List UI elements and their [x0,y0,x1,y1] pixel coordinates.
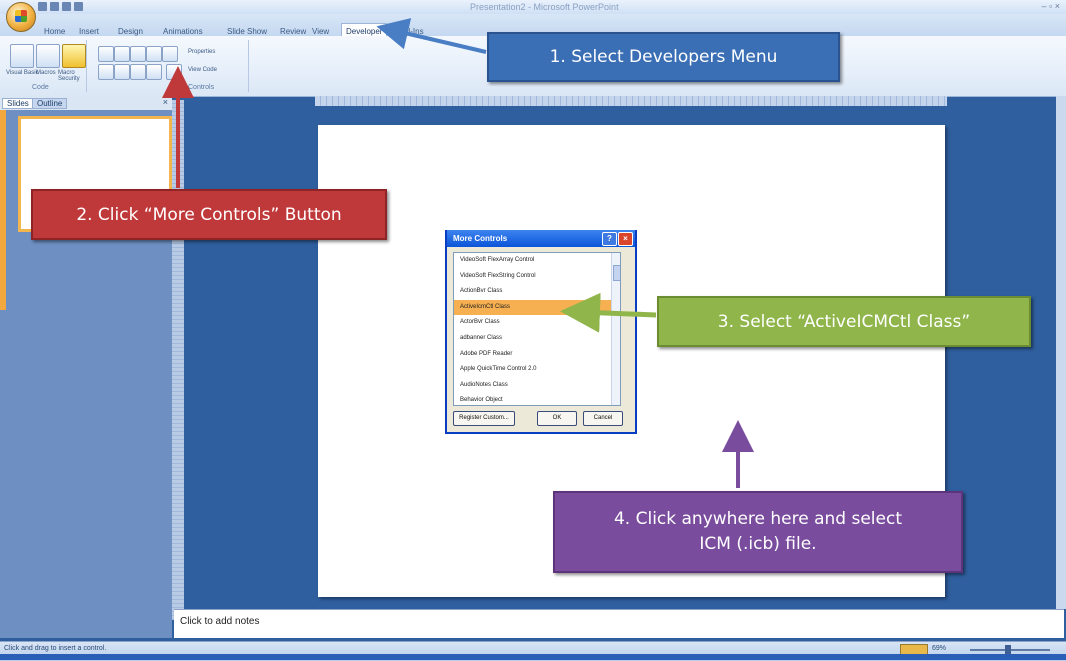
controls-group: Properties View Code Controls [88,40,249,92]
code-group-label: Code [32,84,49,91]
window-title: Presentation2 - Microsoft PowerPoint [470,2,619,12]
tab-add-ins[interactable]: Add-Ins [396,27,424,36]
slides-pane: Slides Outline × [0,96,172,638]
tab-design[interactable]: Design [118,27,143,36]
tab-outline[interactable]: Outline [32,98,68,109]
list-item[interactable]: Behavior Object [454,393,620,405]
vertical-scrollbar[interactable] [1056,96,1066,609]
properties-button[interactable]: Properties [188,49,215,55]
register-custom-button[interactable]: Register Custom... [453,411,515,426]
customize-icon[interactable] [74,2,83,11]
list-item[interactable]: adbanner Class [454,331,620,347]
more-controls-icon[interactable] [166,64,182,80]
callout-step1: 1. Select Developers Menu [487,32,840,82]
tab-animations[interactable]: Animations [163,27,203,36]
list-item[interactable]: VideoSoft FlexString Control [454,269,620,285]
quick-access-toolbar [38,2,83,11]
callout-step2: 2. Click “More Controls” Button [31,189,387,240]
tab-review[interactable]: Review [280,27,306,36]
label-control-icon[interactable] [98,46,114,62]
tab-view[interactable]: View [312,27,329,36]
list-item[interactable]: AudioNotes Class [454,378,620,394]
vertical-ruler [172,100,184,620]
scrollbar-thumb[interactable] [613,265,620,281]
title-bar: Presentation2 - Microsoft PowerPoint – ▫… [0,0,1066,14]
close-icon[interactable]: × [163,97,168,107]
tab-home[interactable]: Home [44,27,65,36]
visual-basic-label[interactable]: Visual Basic [6,70,39,76]
toggle-control-icon[interactable] [146,64,162,80]
taskbar [0,654,1066,660]
pane-tabs: Slides Outline × [0,96,172,110]
callout-step4: 4. Click anywhere here and select ICM (.… [553,491,963,573]
list-item[interactable]: ActionBvr Class [454,284,620,300]
tab-insert[interactable]: Insert [79,27,99,36]
slide-number-strip [0,110,6,310]
visual-basic-icon[interactable] [10,44,34,68]
notes-pane[interactable]: Click to add notes [174,609,1064,638]
ok-button[interactable]: OK [537,411,577,426]
image-control-icon[interactable] [146,46,162,62]
list-item-selected[interactable]: ActiveIcmCtl Class [454,299,620,316]
checkbox-control-icon[interactable] [98,64,114,80]
controls-list[interactable]: VideoSoft FlexArray Control VideoSoft Fl… [453,252,621,406]
view-code-button[interactable]: View Code [188,67,217,73]
list-item[interactable]: Apple QuickTime Control 2.0 [454,362,620,378]
option-control-icon[interactable] [114,64,130,80]
macros-icon[interactable] [36,44,60,68]
callout-step3: 3. Select “ActiveICMCtl Class” [657,296,1031,347]
horizontal-ruler [315,96,947,106]
undo-icon[interactable] [50,2,59,11]
more-controls-dialog: More Controls ? × VideoSoft FlexArray Co… [445,230,637,434]
zoom-level[interactable]: 69% [932,645,946,652]
macro-security-label[interactable]: Macro Security [58,70,86,82]
list-item[interactable]: VideoSoft FlexArray Control [454,253,620,269]
dialog-close-icon[interactable]: × [618,232,633,246]
code-group: Visual Basic Macros Macro Security Code [2,40,87,92]
redo-icon[interactable] [62,2,71,11]
status-text: Click and drag to insert a control. [4,645,107,652]
dialog-title: More Controls [453,234,508,243]
textbox-control-icon[interactable] [114,46,130,62]
tab-slide-show[interactable]: Slide Show [227,27,267,36]
notes-placeholder: Click to add notes [180,616,260,627]
controls-group-label: Controls [188,84,215,91]
listbox-control-icon[interactable] [130,64,146,80]
macros-label[interactable]: Macros [36,70,56,76]
dialog-title-bar: More Controls ? × [447,230,635,247]
cancel-button[interactable]: Cancel [583,411,623,426]
office-logo-icon [15,10,27,22]
window-controls[interactable]: – ▫ × [1042,1,1060,11]
spin-control-icon[interactable] [162,46,178,62]
tab-slides[interactable]: Slides [2,98,34,109]
save-icon[interactable] [38,2,47,11]
list-scrollbar[interactable] [611,253,620,405]
list-item[interactable]: ActorBvr Class [454,315,620,331]
help-icon[interactable]: ? [602,232,617,246]
button-control-icon[interactable] [130,46,146,62]
macro-security-icon[interactable] [62,44,86,68]
list-item[interactable]: Adobe PDF Reader [454,347,620,363]
office-button[interactable] [6,2,36,32]
